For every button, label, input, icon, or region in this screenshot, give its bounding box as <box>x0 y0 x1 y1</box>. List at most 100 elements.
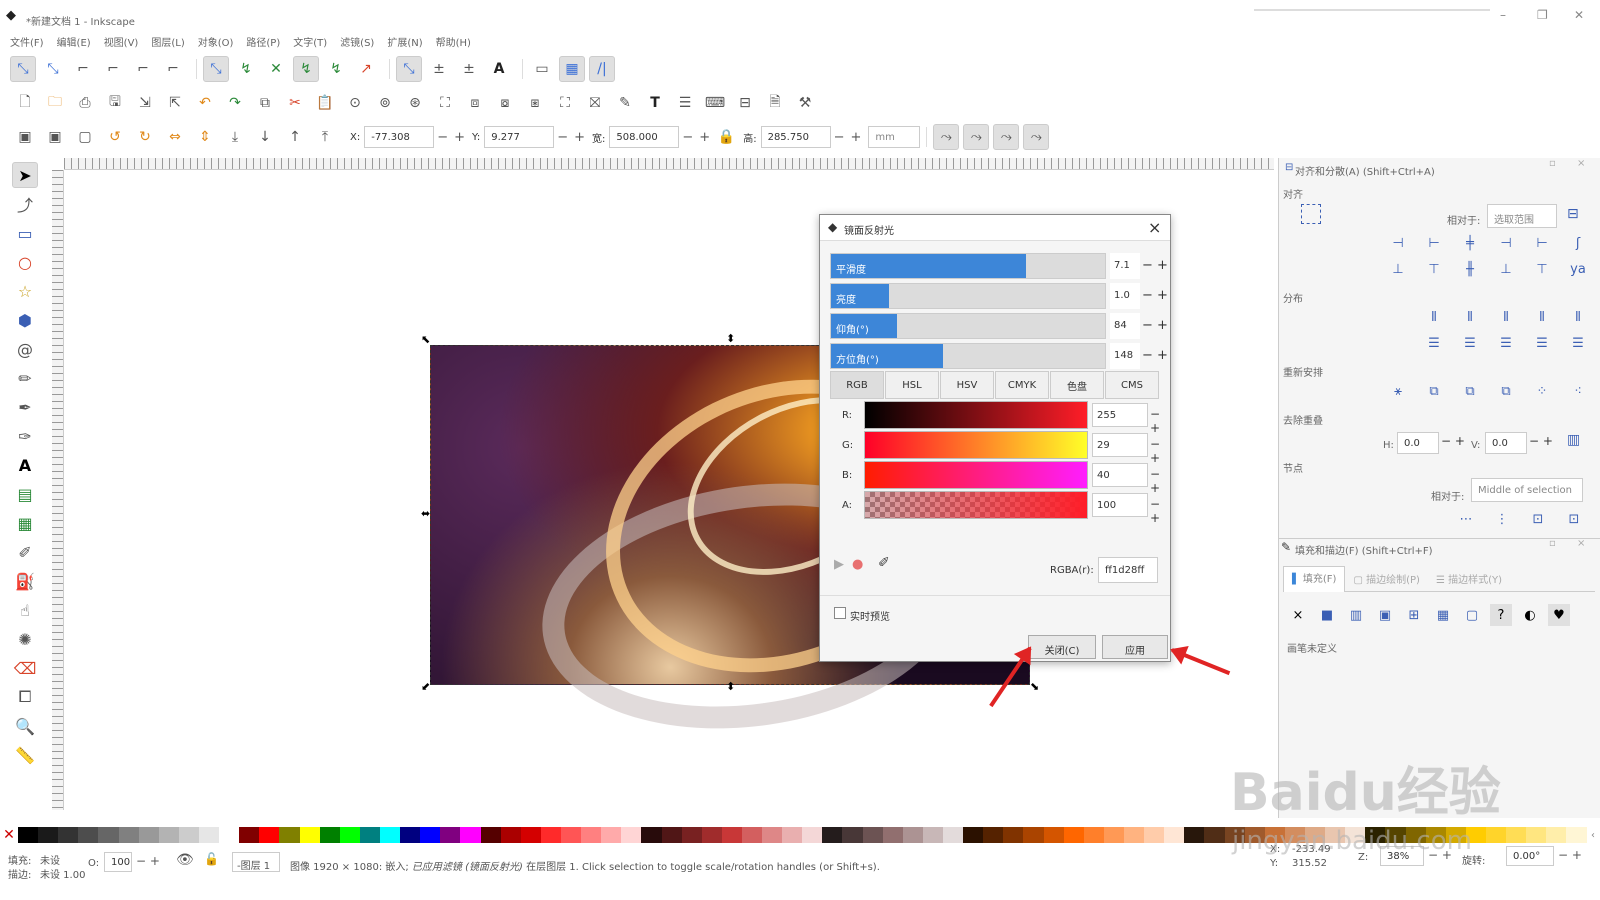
scale-handle-s[interactable]: ⬍ <box>726 681 735 692</box>
y-increment[interactable]: + <box>574 130 585 145</box>
color-swatch[interactable] <box>641 827 662 843</box>
color-swatch[interactable] <box>1184 827 1205 843</box>
tab-color-wheel[interactable]: 色盘 <box>1050 371 1104 399</box>
color-swatch[interactable] <box>902 827 923 843</box>
mesh-tool-icon[interactable]: ▦ <box>12 510 38 536</box>
color-swatch[interactable] <box>601 827 622 843</box>
zoom-tool-icon[interactable]: 🔍 <box>12 713 38 739</box>
copy-icon[interactable]: ⧉ <box>252 90 278 116</box>
align-nodes-horizontal-icon[interactable]: ⋯ <box>1455 508 1477 530</box>
deselect-icon[interactable]: ▢ <box>72 124 98 150</box>
align-first-selected-icon[interactable]: ⊟ <box>1567 206 1579 222</box>
rotate-input[interactable]: 0.00° <box>1506 846 1554 866</box>
tab-rgb[interactable]: RGB <box>830 371 884 399</box>
color-swatch[interactable] <box>440 827 461 843</box>
distribute-gaps-h-icon[interactable]: ⫴ <box>1495 306 1517 328</box>
color-swatch[interactable] <box>359 827 380 843</box>
color-swatch[interactable] <box>1506 827 1527 843</box>
panel-iconify-icon[interactable]: ▫ <box>1549 538 1556 549</box>
3d-box-tool-icon[interactable]: ⬢ <box>12 307 38 333</box>
align-top-anchor-icon[interactable]: ⊤ <box>1531 258 1553 280</box>
zoom-drawing-icon[interactable]: ⊚ <box>372 90 398 116</box>
distribute-bottom-icon[interactable]: ☰ <box>1531 332 1553 354</box>
color-swatch[interactable] <box>500 827 521 843</box>
raise-icon[interactable]: ↑ <box>282 124 308 150</box>
color-swatch[interactable] <box>158 827 179 843</box>
tweak-tool-icon[interactable]: ☝ <box>12 597 38 623</box>
fill-stroke-icon[interactable]: ✎ <box>612 90 638 116</box>
menu-text[interactable]: 文字(T) <box>293 34 327 49</box>
color-swatch[interactable] <box>922 827 944 843</box>
color-swatch[interactable] <box>178 827 199 843</box>
color-swatch[interactable] <box>480 827 501 843</box>
zoom-page-width-icon[interactable]: ⛶ <box>432 90 458 116</box>
menu-file[interactable]: 文件(F) <box>10 34 44 49</box>
color-swatch[interactable] <box>1204 827 1225 843</box>
exchange-clockwise-icon[interactable]: ⧉ <box>1495 380 1517 402</box>
snap-bbox-icon[interactable]: ⤡ <box>40 56 66 82</box>
unlink-clone-icon[interactable]: ⧆ <box>522 90 548 116</box>
align-left-icon[interactable]: ⊢ <box>1423 232 1445 254</box>
scale-handle-w[interactable]: ⬌ <box>421 508 430 519</box>
close-button[interactable]: 关闭(C) <box>1028 635 1096 659</box>
layer-visibility-icon[interactable]: 👁 <box>176 852 194 868</box>
menu-path[interactable]: 路径(P) <box>246 34 280 49</box>
color-swatch[interactable] <box>420 827 441 843</box>
distribute-baseline-h-icon[interactable]: ⫴ <box>1567 306 1589 328</box>
rotate-stepper[interactable]: − + <box>1558 848 1582 862</box>
x-increment[interactable]: + <box>454 130 465 145</box>
unset-paint-icon[interactable]: ? <box>1490 604 1512 626</box>
scale-corners-icon[interactable]: ⤳ <box>963 124 990 150</box>
h-gap-stepper[interactable]: − + <box>1441 434 1465 448</box>
gradient-tool-icon[interactable]: ▤ <box>12 481 38 507</box>
dropper-tool-icon[interactable]: ✐ <box>12 539 38 565</box>
pattern-icon[interactable]: ▦ <box>1432 604 1454 626</box>
lock-ratio-icon[interactable]: 🔒 <box>713 124 739 150</box>
distribute-middle-icon[interactable]: ☰ <box>1459 332 1481 354</box>
elevation-value[interactable]: 84 <box>1110 313 1140 339</box>
color-swatch[interactable] <box>239 827 260 843</box>
save-icon[interactable]: 🖫 <box>102 90 128 116</box>
brightness-slider[interactable]: 亮度 <box>830 283 1106 309</box>
azimuth-value[interactable]: 148 <box>1110 343 1140 369</box>
star-tool-icon[interactable]: ☆ <box>12 278 38 304</box>
snap-center-icon[interactable]: ± <box>426 56 452 82</box>
cut-icon[interactable]: ✂ <box>282 90 308 116</box>
exchange-positions-icon[interactable]: ⧉ <box>1423 380 1445 402</box>
paste-icon[interactable]: 📋 <box>312 90 338 116</box>
color-swatch[interactable] <box>721 827 742 843</box>
x-decrement[interactable]: − <box>437 130 448 145</box>
tab-stroke-style[interactable]: ☰ 描边样式(Y) <box>1428 571 1510 586</box>
snap-bbox-corner-icon[interactable]: ⌐ <box>100 56 126 82</box>
color-swatch[interactable] <box>842 827 863 843</box>
v-gap-input[interactable]: 0.0 <box>1485 432 1527 454</box>
color-swatch[interactable] <box>460 827 481 843</box>
snap-guide-icon[interactable]: /| <box>589 56 615 82</box>
group-icon[interactable]: ⛶ <box>552 90 578 116</box>
no-paint-icon[interactable]: × <box>1287 604 1309 626</box>
apply-button[interactable]: 应用 <box>1102 635 1168 659</box>
unit-select[interactable]: mm <box>868 126 921 148</box>
color-swatch[interactable] <box>339 827 360 843</box>
pen-tool-icon[interactable]: ✒ <box>12 394 38 420</box>
snap-text-baseline-icon[interactable]: A <box>486 56 512 82</box>
treat-as-group-icon[interactable] <box>1301 204 1321 224</box>
preferences-icon[interactable]: ⚒ <box>792 90 818 116</box>
menu-extensions[interactable]: 扩展(N) <box>387 34 422 49</box>
paint-bucket-tool-icon[interactable]: ⛽ <box>12 568 38 594</box>
brightness-value[interactable]: 1.0 <box>1110 283 1140 309</box>
distribute-right-icon[interactable]: ⫴ <box>1531 306 1553 328</box>
color-swatch[interactable] <box>862 827 883 843</box>
panel-iconify-icon[interactable]: ▫ <box>1549 158 1556 169</box>
fill-rule-evenodd-icon[interactable]: ◐ <box>1519 604 1541 626</box>
opacity-input[interactable]: 100 <box>104 852 132 872</box>
flip-horizontal-icon[interactable]: ⇔ <box>162 124 188 150</box>
snap-bbox-edge-icon[interactable]: ⌐ <box>70 56 96 82</box>
color-swatch[interactable] <box>138 827 159 843</box>
snap-others-icon[interactable]: ⤡ <box>396 56 422 82</box>
zoom-selection-icon[interactable]: ⊙ <box>342 90 368 116</box>
spray-tool-icon[interactable]: ✺ <box>12 626 38 652</box>
smoothness-value[interactable]: 7.1 <box>1110 253 1140 279</box>
color-swatch[interactable] <box>1043 827 1064 843</box>
y-input[interactable]: 9.277 <box>484 126 555 148</box>
